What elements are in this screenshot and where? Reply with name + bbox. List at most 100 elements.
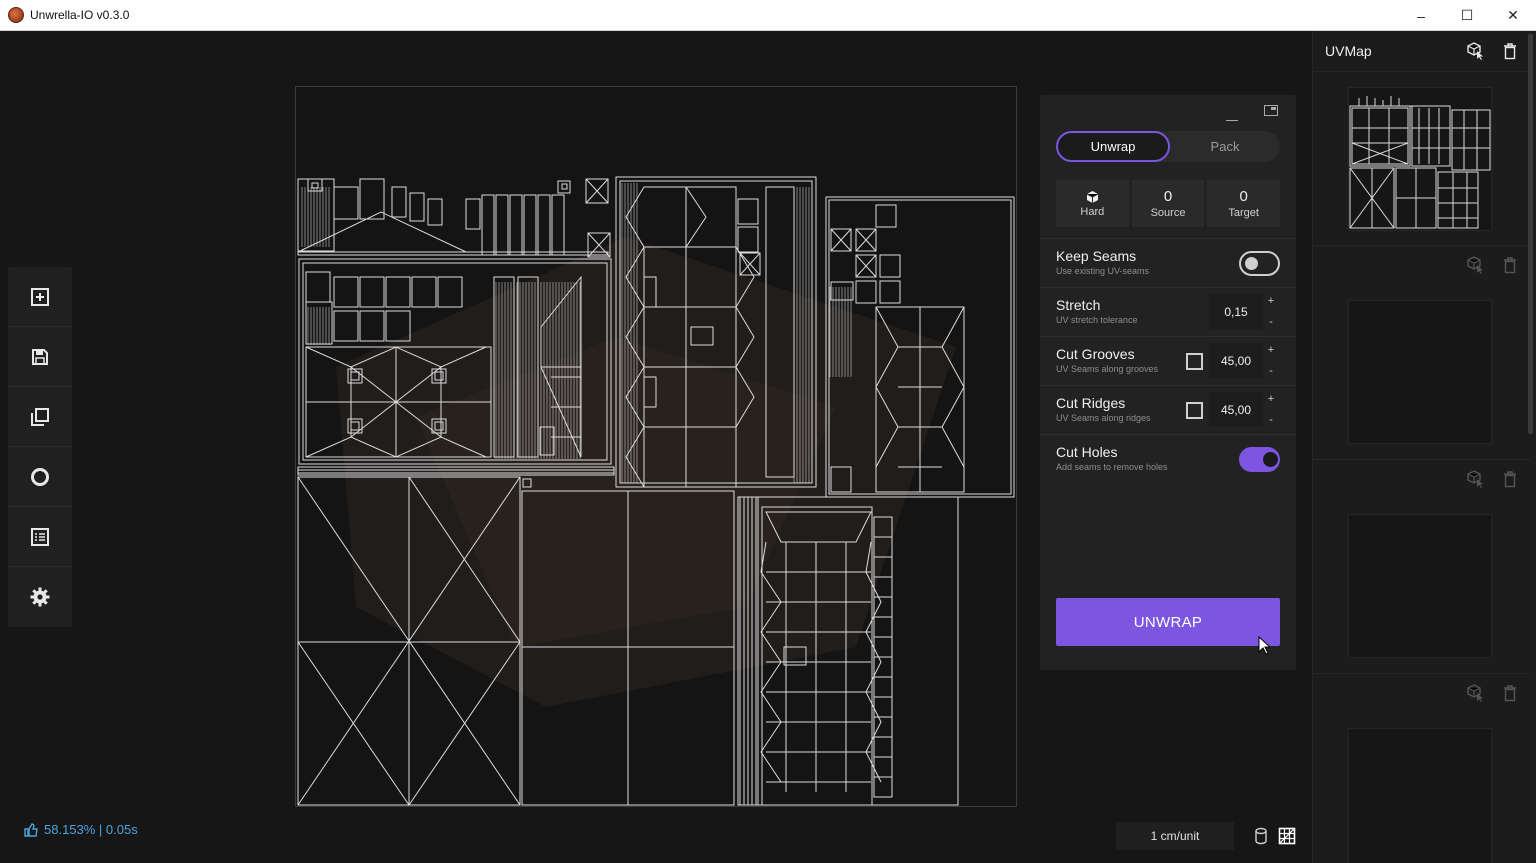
- stat-target-value: 0: [1239, 188, 1248, 205]
- add-button[interactable]: [8, 267, 72, 327]
- cut-ridges-input[interactable]: 45,00: [1209, 392, 1263, 427]
- select-uvmap-button[interactable]: [1467, 256, 1485, 274]
- model-view-button[interactable]: [1251, 826, 1271, 846]
- circle-tool-button[interactable]: [8, 447, 72, 507]
- cut-ridges-hint: UV Seams along ridges: [1056, 413, 1151, 423]
- uvmap-thumbnail[interactable]: [1348, 87, 1492, 231]
- gear-icon: [30, 587, 50, 607]
- uv-view-button[interactable]: [1277, 826, 1297, 846]
- cut-ridges-increment-button[interactable]: +: [1266, 392, 1276, 406]
- cut-ridges-row: Cut Ridges UV Seams along ridges 45,00 +…: [1040, 385, 1296, 434]
- cut-grooves-checkbox[interactable]: [1186, 353, 1203, 370]
- cube-pointer-icon: [1467, 470, 1483, 488]
- panel-dock-button[interactable]: [1264, 105, 1278, 116]
- uv-viewport[interactable]: [295, 86, 1017, 807]
- keep-seams-label: Keep Seams: [1056, 248, 1137, 264]
- settings-button[interactable]: [8, 567, 72, 627]
- list-button[interactable]: [8, 507, 72, 567]
- cut-ridges-stepper: + -: [1266, 392, 1276, 427]
- duplicate-button[interactable]: [8, 387, 72, 447]
- minimize-icon: –: [1417, 7, 1425, 24]
- stretch-value: 0,15: [1224, 304, 1248, 319]
- cut-grooves-decrement-button[interactable]: -: [1266, 364, 1276, 378]
- trash-icon: [1504, 42, 1516, 59]
- cut-holes-toggle[interactable]: [1239, 447, 1280, 472]
- trash-icon: [1504, 256, 1516, 273]
- delete-uvmap-button[interactable]: [1501, 470, 1519, 488]
- uvmap-thumbnail[interactable]: [1348, 728, 1492, 863]
- uv-thumbnail-preview: [1349, 96, 1491, 229]
- status-bar: 58.153% | 0.05s: [24, 822, 138, 837]
- panel-minimize-button[interactable]: [1226, 109, 1238, 121]
- uv-grid-icon: [1278, 827, 1296, 845]
- cut-ridges-checkbox[interactable]: [1186, 402, 1203, 419]
- save-icon: [32, 348, 48, 365]
- copy-icon: [31, 407, 49, 426]
- cylinder-icon: [1255, 827, 1267, 845]
- unwrap-button[interactable]: UNWRAP: [1056, 598, 1280, 646]
- delete-uvmap-button[interactable]: [1501, 42, 1519, 60]
- sidebar-divider: [1313, 71, 1531, 72]
- stretch-input[interactable]: 0,15: [1209, 294, 1263, 329]
- stat-source: 0 Source: [1131, 180, 1205, 227]
- stretch-stepper: + -: [1266, 294, 1276, 329]
- stretch-row: Stretch UV stretch tolerance 0,15 + -: [1040, 287, 1296, 336]
- stat-target-label: Target: [1228, 207, 1259, 219]
- delete-uvmap-button[interactable]: [1501, 256, 1519, 274]
- select-uvmap-button[interactable]: [1467, 684, 1485, 702]
- uvmap-thumbnail[interactable]: [1348, 514, 1492, 658]
- cut-ridges-decrement-button[interactable]: -: [1266, 413, 1276, 427]
- cut-holes-label: Cut Holes: [1056, 444, 1118, 460]
- uvmap-sidebar: UVMap: [1312, 31, 1536, 863]
- stats-row: Hard 0 Source 0 Target: [1056, 180, 1281, 227]
- uvmap-thumbnail[interactable]: [1348, 300, 1492, 444]
- close-button[interactable]: ✕: [1490, 0, 1536, 31]
- keep-seams-row: Keep Seams Use existing UV-seams: [1040, 238, 1296, 287]
- status-text: 58.153% | 0.05s: [44, 822, 138, 837]
- stretch-decrement-button[interactable]: -: [1266, 315, 1276, 329]
- list-icon: [31, 527, 49, 546]
- window-title: Unwrella-IO v0.3.0: [30, 8, 130, 22]
- stretch-increment-button[interactable]: +: [1266, 294, 1276, 308]
- select-uvmap-button[interactable]: [1467, 42, 1485, 60]
- stat-source-label: Source: [1150, 207, 1186, 219]
- stretch-hint: UV stretch tolerance: [1056, 315, 1138, 325]
- thumbs-up-icon: [24, 822, 38, 837]
- circle-icon: [31, 467, 49, 486]
- cut-holes-row: Cut Holes Add seams to remove holes: [1040, 434, 1296, 483]
- select-uvmap-button[interactable]: [1467, 470, 1485, 488]
- minimize-button[interactable]: –: [1398, 0, 1444, 31]
- trash-icon: [1504, 470, 1516, 487]
- cut-holes-hint: Add seams to remove holes: [1056, 462, 1168, 472]
- sidebar-scrollbar[interactable]: [1528, 34, 1533, 434]
- cube-pointer-icon: [1467, 42, 1483, 60]
- mouse-cursor-icon: [1258, 636, 1270, 655]
- keep-seams-toggle[interactable]: [1239, 251, 1280, 276]
- delete-uvmap-button[interactable]: [1501, 684, 1519, 702]
- tab-unwrap[interactable]: Unwrap: [1056, 131, 1170, 162]
- stat-hard-label: Hard: [1080, 205, 1105, 218]
- cube-icon: [1086, 190, 1099, 203]
- sidebar-divider: [1313, 459, 1531, 460]
- cut-grooves-value: 45,00: [1220, 353, 1252, 368]
- left-toolbar: [8, 267, 72, 627]
- cut-grooves-stepper: + -: [1266, 343, 1276, 378]
- mode-tabs: Unwrap Pack: [1056, 131, 1280, 162]
- toggle-knob: [1263, 452, 1278, 467]
- cut-grooves-hint: UV Seams along grooves: [1056, 364, 1159, 374]
- maximize-button[interactable]: ☐: [1444, 0, 1490, 31]
- title-bar: Unwrella-IO v0.3.0 – ☐ ✕: [0, 0, 1536, 31]
- cut-grooves-input[interactable]: 45,00: [1209, 343, 1263, 378]
- cut-grooves-label: Cut Grooves: [1056, 346, 1135, 362]
- save-button[interactable]: [8, 327, 72, 387]
- scale-field[interactable]: 1 cm/unit: [1116, 822, 1234, 850]
- unwrap-panel: Unwrap Pack Hard 0 Source 0 Target Keep …: [1040, 95, 1296, 670]
- toggle-knob: [1245, 257, 1258, 270]
- cube-pointer-icon: [1467, 256, 1483, 274]
- keep-seams-hint: Use existing UV-seams: [1056, 266, 1150, 276]
- tab-pack[interactable]: Pack: [1170, 131, 1280, 162]
- stat-source-value: 0: [1163, 188, 1173, 205]
- cut-grooves-increment-button[interactable]: +: [1266, 343, 1276, 357]
- stat-hard[interactable]: Hard: [1056, 180, 1129, 227]
- close-icon: ✕: [1507, 7, 1519, 23]
